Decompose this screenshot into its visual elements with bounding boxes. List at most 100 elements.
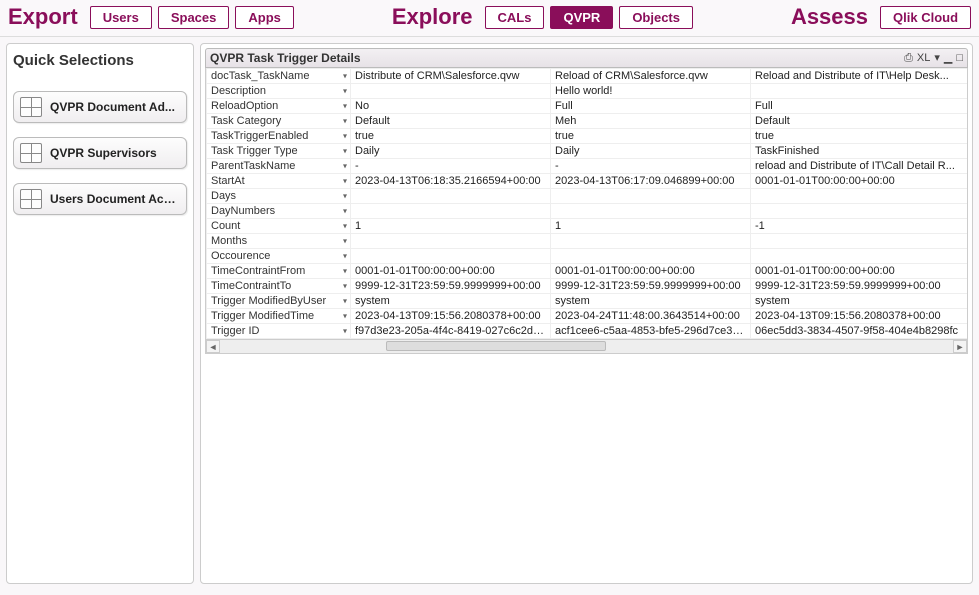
chevron-down-icon[interactable]: ▾ [343, 72, 347, 81]
row-header[interactable]: Task Trigger Type▾ [207, 144, 351, 159]
table-header: QVPR Task Trigger Details ⎙ XL ▾ ▁ □ [205, 48, 968, 68]
chevron-down-icon[interactable]: ▾ [343, 207, 347, 216]
chevron-down-icon[interactable]: ▾ [343, 222, 347, 231]
row-header[interactable]: StartAt▾ [207, 174, 351, 189]
table-cell [351, 249, 551, 264]
table-row: Trigger ModifiedByUser▾systemsystemsyste… [207, 294, 969, 309]
row-header[interactable]: Count▾ [207, 219, 351, 234]
nav-qlik-cloud[interactable]: Qlik Cloud [880, 6, 971, 29]
table-cell: TaskFinished [751, 144, 969, 159]
table-cell [751, 234, 969, 249]
chevron-down-icon[interactable]: ▾ [343, 162, 347, 171]
table-cell [351, 234, 551, 249]
row-header[interactable]: Trigger ModifiedByUser▾ [207, 294, 351, 309]
table-row: TimeContraintFrom▾0001-01-01T00:00:00+00… [207, 264, 969, 279]
chevron-down-icon[interactable]: ▾ [343, 252, 347, 261]
maximize-icon[interactable]: □ [956, 53, 963, 64]
chevron-down-icon[interactable]: ▾ [343, 297, 347, 306]
table-cell: Full [551, 99, 751, 114]
table-row: TaskTriggerEnabled▾truetruetrue [207, 129, 969, 144]
table-cell: Meh [551, 114, 751, 129]
table-row: Months▾ [207, 234, 969, 249]
chevron-down-icon[interactable]: ▾ [343, 102, 347, 111]
nav-group-title-export: Export [8, 4, 78, 30]
table-cell [351, 189, 551, 204]
table-cell: - [351, 159, 551, 174]
minimize-icon[interactable]: ▁ [944, 53, 952, 64]
table-cell: Daily [551, 144, 751, 159]
table-cell: 2023-04-13T06:18:35.2166594+00:00 [351, 174, 551, 189]
row-header[interactable]: TimeContraintFrom▾ [207, 264, 351, 279]
print-icon[interactable]: ⎙ [904, 53, 913, 64]
row-header[interactable]: ParentTaskName▾ [207, 159, 351, 174]
table-cell [751, 204, 969, 219]
table-cell [751, 84, 969, 99]
table-cell [751, 249, 969, 264]
row-header[interactable]: Occourence▾ [207, 249, 351, 264]
table-row: Description▾ Hello world! [207, 84, 969, 99]
table-cell: 2023-04-13T09:15:56.2080378+00:00 [351, 309, 551, 324]
grid-icon [20, 189, 42, 209]
table-cell: 1 [351, 219, 551, 234]
row-header[interactable]: docTask_TaskName▾ [207, 69, 351, 84]
qs-label: QVPR Document Ad... [50, 100, 180, 114]
table-cell: Reload of CRM\Salesforce.qvw [551, 69, 751, 84]
table-row: Task Trigger Type▾DailyDailyTaskFinished [207, 144, 969, 159]
chevron-down-icon[interactable]: ▾ [934, 53, 940, 64]
nav-spaces[interactable]: Spaces [158, 6, 230, 29]
table-cell: reload and Distribute of IT\Call Detail … [751, 159, 969, 174]
nav-qvpr[interactable]: QVPR [550, 6, 613, 29]
table-cell [551, 234, 751, 249]
row-header[interactable]: Description▾ [207, 84, 351, 99]
quick-selections-title: Quick Selections [11, 48, 189, 83]
qs-label: QVPR Supervisors [50, 146, 180, 160]
table-cell: 9999-12-31T23:59:59.9999999+00:00 [751, 279, 969, 294]
table-cell: system [751, 294, 969, 309]
table-cell: Default [351, 114, 551, 129]
nav-objects[interactable]: Objects [619, 6, 693, 29]
table-cell: - [551, 159, 751, 174]
chevron-down-icon[interactable]: ▾ [343, 177, 347, 186]
row-header[interactable]: Trigger ID▾ [207, 324, 351, 339]
row-header[interactable]: Months▾ [207, 234, 351, 249]
horizontal-scrollbar[interactable]: ◄ ► [205, 340, 968, 354]
row-header[interactable]: ReloadOption▾ [207, 99, 351, 114]
export-xl-button[interactable]: XL [917, 53, 930, 64]
row-header[interactable]: Days▾ [207, 189, 351, 204]
table-cell: 2023-04-13T09:15:56.2080378+00:00 [751, 309, 969, 324]
row-header[interactable]: Trigger ModifiedTime▾ [207, 309, 351, 324]
table-cell [551, 204, 751, 219]
chevron-down-icon[interactable]: ▾ [343, 237, 347, 246]
nav-apps[interactable]: Apps [235, 6, 294, 29]
chevron-down-icon[interactable]: ▾ [343, 312, 347, 321]
table-cell: Hello world! [551, 84, 751, 99]
nav-users[interactable]: Users [90, 6, 152, 29]
nav-group-title-explore: Explore [392, 4, 473, 30]
chevron-down-icon[interactable]: ▾ [343, 282, 347, 291]
row-header[interactable]: DayNumbers▾ [207, 204, 351, 219]
table-cell: Reload and Distribute of IT\Help Desk... [751, 69, 969, 84]
table-cell [751, 189, 969, 204]
chevron-down-icon[interactable]: ▾ [343, 132, 347, 141]
table-cell: 0001-01-01T00:00:00+00:00 [351, 264, 551, 279]
chevron-down-icon[interactable]: ▾ [343, 327, 347, 336]
scroll-left-icon[interactable]: ◄ [206, 340, 220, 353]
scroll-thumb[interactable] [386, 341, 606, 351]
qs-qvpr-document-admins[interactable]: QVPR Document Ad... [13, 91, 187, 123]
table-cell: 2023-04-13T06:17:09.046899+00:00 [551, 174, 751, 189]
row-header[interactable]: TimeContraintTo▾ [207, 279, 351, 294]
row-header[interactable]: TaskTriggerEnabled▾ [207, 129, 351, 144]
chevron-down-icon[interactable]: ▾ [343, 267, 347, 276]
table-cell: true [351, 129, 551, 144]
qs-qvpr-supervisors[interactable]: QVPR Supervisors [13, 137, 187, 169]
table-cell: true [751, 129, 969, 144]
scroll-right-icon[interactable]: ► [953, 340, 967, 353]
chevron-down-icon[interactable]: ▾ [343, 117, 347, 126]
chevron-down-icon[interactable]: ▾ [343, 147, 347, 156]
qs-users-document-access[interactable]: Users Document Acc... [13, 183, 187, 215]
chevron-down-icon[interactable]: ▾ [343, 192, 347, 201]
nav-cals[interactable]: CALs [485, 6, 545, 29]
row-header[interactable]: Task Category▾ [207, 114, 351, 129]
chevron-down-icon[interactable]: ▾ [343, 87, 347, 96]
table-cell: 9999-12-31T23:59:59.9999999+00:00 [551, 279, 751, 294]
